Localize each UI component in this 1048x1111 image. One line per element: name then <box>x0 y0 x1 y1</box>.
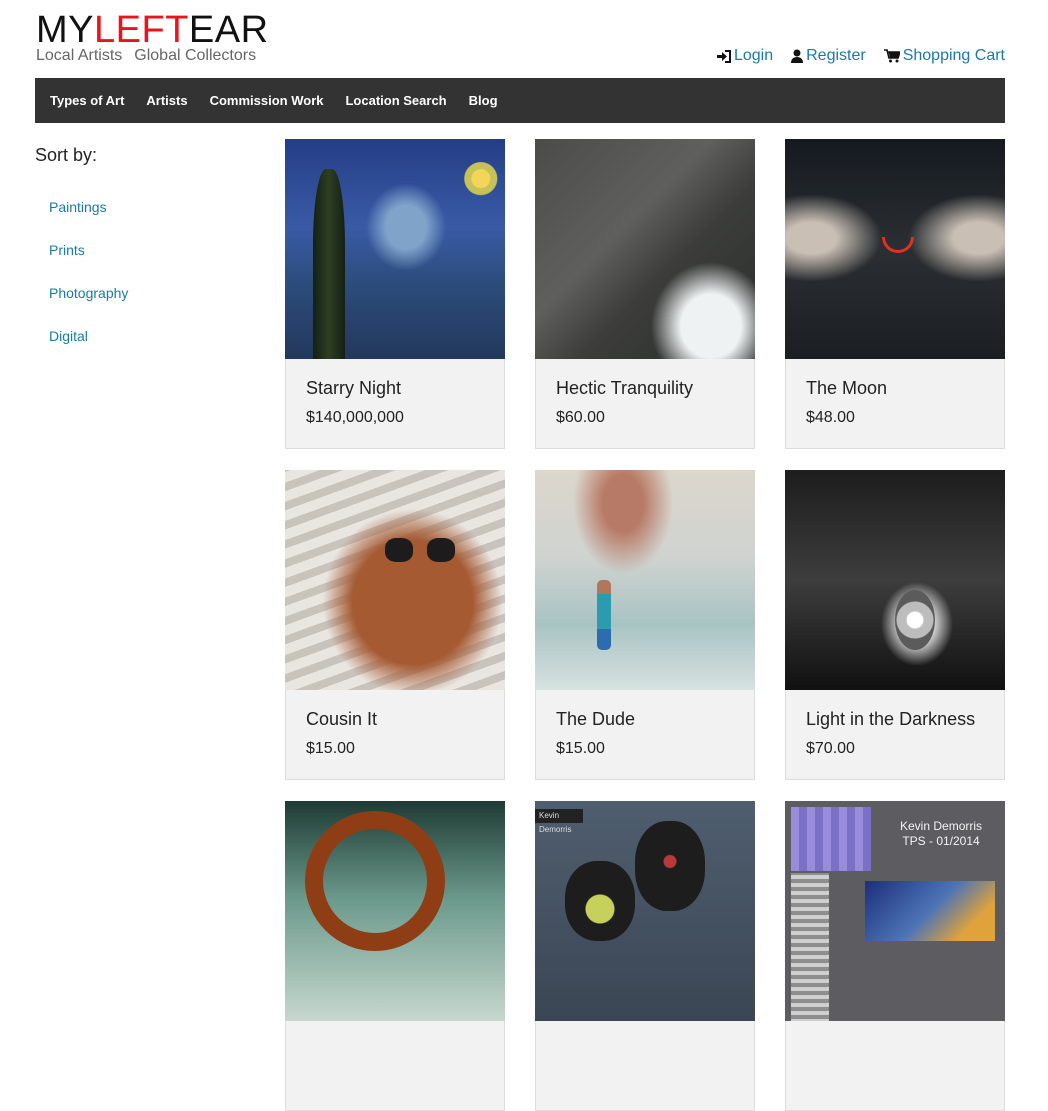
sort-item: Prints <box>49 242 128 285</box>
product-card[interactable]: The Dude $15.00 <box>535 470 755 780</box>
moon-crescent-shape <box>882 237 914 253</box>
product-image-creatures[interactable]: Kevin Demorris <box>535 801 755 1021</box>
product-card[interactable]: Hectic Tranquility $60.00 <box>535 139 755 449</box>
product-card[interactable]: Cousin It $15.00 <box>285 470 505 780</box>
tagline-left: Local Artists <box>36 47 123 64</box>
product-card-partial[interactable]: Kevin Demorris TPS - 01/2014 <box>785 801 1005 1111</box>
product-image-cousin-it[interactable] <box>285 470 505 690</box>
product-image-the-dude[interactable] <box>535 470 755 690</box>
product-card[interactable]: Starry Night $140,000,000 <box>285 139 505 449</box>
product-card-partial[interactable]: Kevin Demorris <box>535 801 755 1111</box>
product-price: $15.00 <box>306 740 355 757</box>
account-links: Login Register Shopping Cart <box>716 47 1005 65</box>
sort-prints[interactable]: Prints <box>49 242 85 258</box>
product-image-starry-night[interactable] <box>285 139 505 359</box>
user-icon <box>791 49 804 63</box>
light-bulb-shape <box>895 590 935 650</box>
nav-types-of-art[interactable]: Types of Art <box>39 78 135 123</box>
creature-shape <box>565 861 635 941</box>
product-title[interactable]: The Dude <box>556 709 754 730</box>
sunglasses-shape <box>385 538 455 564</box>
model-box-shape <box>865 881 995 941</box>
product-card-partial[interactable] <box>285 801 505 1111</box>
product-title[interactable]: Cousin It <box>306 709 504 730</box>
product-card[interactable]: Light in the Darkness $70.00 <box>785 470 1005 780</box>
login-link[interactable]: Login <box>716 47 773 65</box>
product-grid: Starry Night $140,000,000 Hectic Tranqui… <box>285 139 1005 1111</box>
cart-label: Shopping Cart <box>902 47 1005 64</box>
product-title[interactable]: Light in the Darkness <box>806 709 1004 730</box>
artist-tag: Kevin Demorris <box>535 809 583 834</box>
product-image-the-moon[interactable] <box>785 139 1005 359</box>
sort-digital[interactable]: Digital <box>49 328 88 344</box>
cart-icon <box>883 49 900 63</box>
cypress-tree-shape <box>313 169 345 359</box>
tagline: Local Artists Global Collectors <box>36 47 269 65</box>
nav-blog[interactable]: Blog <box>458 78 509 123</box>
art-label: Kevin Demorris TPS - 01/2014 <box>900 819 982 849</box>
logo-part-my: MY <box>36 9 94 51</box>
site-logo[interactable]: MYLEFTEAR Local Artists Global Collectors <box>36 10 269 65</box>
sort-by-heading: Sort by: <box>35 145 98 165</box>
product-image-texture-sheet[interactable]: Kevin Demorris TPS - 01/2014 <box>785 801 1005 1021</box>
texture-swatch <box>791 807 871 871</box>
art-label-line1: Kevin Demorris <box>900 819 983 833</box>
nav-commission-work[interactable]: Commission Work <box>199 78 335 123</box>
register-link[interactable]: Register <box>791 47 866 65</box>
creature-shape <box>635 821 705 911</box>
product-price: $140,000,000 <box>306 409 404 426</box>
sort-paintings[interactable]: Paintings <box>49 199 107 215</box>
nav-artists[interactable]: Artists <box>135 78 198 123</box>
sort-item: Paintings <box>49 199 128 242</box>
main-navbar: Types of Art Artists Commission Work Loc… <box>35 78 1005 123</box>
shopping-cart-link[interactable]: Shopping Cart <box>883 47 1005 65</box>
sort-list: Paintings Prints Photography Digital <box>49 199 128 371</box>
product-title[interactable]: Starry Night <box>306 378 504 399</box>
product-card[interactable]: The Moon $48.00 <box>785 139 1005 449</box>
product-title[interactable]: Hectic Tranquility <box>556 378 754 399</box>
product-price: $48.00 <box>806 409 855 426</box>
product-image-light-in-the-darkness[interactable] <box>785 470 1005 690</box>
login-icon <box>716 49 731 63</box>
texture-swatch <box>791 873 829 1021</box>
product-price: $15.00 <box>556 740 605 757</box>
logo-part-left: LEFT <box>94 9 189 51</box>
logo-wordmark: MYLEFTEAR <box>36 10 269 50</box>
sort-photography[interactable]: Photography <box>49 285 128 301</box>
product-price: $60.00 <box>556 409 605 426</box>
product-price: $70.00 <box>806 740 855 757</box>
tagline-right: Global Collectors <box>134 47 257 64</box>
product-image-hectic-tranquility[interactable] <box>535 139 755 359</box>
toy-figure-shape <box>597 580 611 650</box>
art-label-line2: TPS - 01/2014 <box>902 834 980 848</box>
register-label: Register <box>806 47 866 64</box>
logo-part-ear: EAR <box>188 9 269 51</box>
steering-wheel-shape <box>305 811 445 951</box>
product-title[interactable]: The Moon <box>806 378 1004 399</box>
sort-item: Photography <box>49 285 128 328</box>
sort-item: Digital <box>49 328 128 371</box>
product-image-steering-wheel[interactable] <box>285 801 505 1021</box>
nav-location-search[interactable]: Location Search <box>334 78 457 123</box>
login-label: Login <box>733 47 774 64</box>
